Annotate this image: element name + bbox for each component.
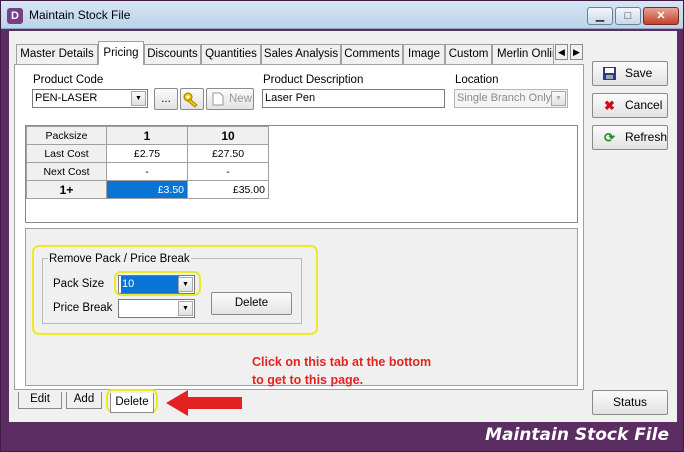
grid-header-pack-1[interactable]: 1 — [106, 126, 188, 145]
window-title: Maintain Stock File — [29, 8, 131, 22]
product-code-label: Product Code — [33, 74, 104, 86]
grid-cell[interactable]: £35.00 — [187, 180, 269, 199]
save-label: Save — [625, 66, 653, 80]
tab-master-details[interactable]: Master Details — [16, 44, 98, 64]
grid-cell-selected[interactable]: £3.50 — [106, 180, 188, 199]
grid-cell[interactable]: £2.75 — [106, 144, 188, 163]
location-combo: Single Branch Only ▼ — [454, 89, 568, 108]
bottom-tab-add[interactable]: Add — [66, 392, 102, 409]
grid-header-pack-10[interactable]: 10 — [187, 126, 269, 145]
product-description-label: Product Description — [263, 74, 364, 86]
refresh-button[interactable]: ⟳ Refresh — [592, 125, 668, 150]
bottom-tab-delete[interactable]: Delete — [110, 393, 154, 413]
chevron-down-icon: ▼ — [551, 91, 566, 106]
maximize-button[interactable]: □ — [615, 7, 641, 25]
new-button: New — [206, 88, 254, 110]
tab-comments[interactable]: Comments — [341, 44, 403, 64]
cancel-label: Cancel — [625, 98, 663, 112]
cancel-x-icon: ✖ — [604, 98, 615, 113]
location-value: Single Branch Only — [457, 92, 552, 104]
grid-cell[interactable]: - — [187, 162, 269, 181]
product-description-field[interactable]: Laser Pen — [262, 89, 445, 108]
grid-row-label: 1+ — [26, 180, 107, 199]
tab-image[interactable]: Image — [403, 44, 445, 64]
app-icon: D — [7, 8, 23, 24]
cancel-button[interactable]: ✖ Cancel — [592, 93, 668, 118]
grid-row-label: Last Cost — [26, 144, 107, 163]
grid-cell[interactable]: £27.50 — [187, 144, 269, 163]
browse-button[interactable]: ... — [154, 88, 178, 110]
new-document-icon — [212, 92, 224, 106]
red-arrow-icon — [166, 390, 242, 416]
refresh-icon: ⟳ — [604, 130, 615, 145]
footer-title: Maintain Stock File — [485, 425, 669, 445]
product-code-combo[interactable]: PEN-LASER ▼ — [32, 89, 148, 108]
close-button[interactable]: ✕ — [643, 7, 679, 25]
grid-row-label: Next Cost — [26, 162, 107, 181]
tab-discounts[interactable]: Discounts — [144, 44, 201, 64]
instruction-note: Click on this tab at the bottom to get t… — [252, 355, 432, 387]
tab-quantities[interactable]: Quantities — [201, 44, 261, 64]
tab-scroll-left-icon[interactable]: ◀ — [555, 44, 568, 60]
key-icon — [183, 92, 198, 108]
price-grid: Packsize 1 10 Last Cost £2.75 £27.50 Nex… — [25, 125, 578, 223]
tab-custom[interactable]: Custom — [445, 44, 492, 64]
tab-scroll-right-icon[interactable]: ▶ — [570, 44, 583, 60]
refresh-label: Refresh — [625, 130, 668, 144]
tab-sales-analysis[interactable]: Sales Analysis — [261, 44, 341, 64]
new-label: New — [229, 93, 253, 105]
bottom-tab-edit[interactable]: Edit — [18, 392, 62, 409]
tab-merlin-online[interactable]: Merlin Onlin — [492, 44, 554, 64]
save-icon — [602, 66, 617, 81]
lookup-button[interactable] — [180, 88, 204, 110]
highlight-pack-size — [114, 271, 201, 296]
tab-pricing[interactable]: Pricing — [98, 41, 144, 65]
title-bar: D Maintain Stock File ▁ □ ✕ — [1, 1, 683, 29]
grid-header-packsize: Packsize — [26, 126, 107, 145]
chevron-down-icon[interactable]: ▼ — [131, 91, 146, 106]
grid-cell[interactable]: - — [106, 162, 188, 181]
save-button[interactable]: Save — [592, 61, 668, 86]
minimize-button[interactable]: ▁ — [587, 7, 613, 25]
status-button[interactable]: Status — [592, 390, 668, 415]
product-code-value: PEN-LASER — [35, 92, 98, 104]
location-label: Location — [455, 74, 499, 86]
